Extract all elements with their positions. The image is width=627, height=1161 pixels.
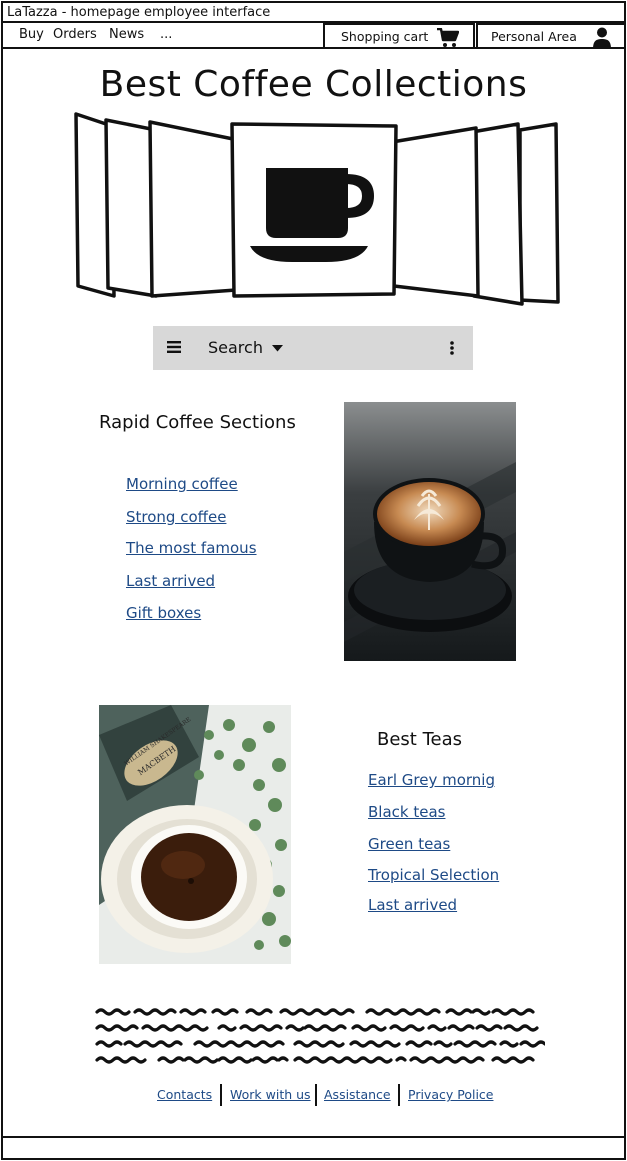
- latte-photo: [344, 402, 516, 661]
- menu-item-orders[interactable]: Orders: [53, 27, 97, 42]
- personal-area-button[interactable]: Personal Area: [476, 23, 626, 49]
- footer-link-contacts[interactable]: Contacts: [157, 1087, 212, 1102]
- more-options-icon[interactable]: [449, 340, 455, 356]
- link-strong-coffee[interactable]: Strong coffee: [126, 508, 226, 526]
- link-black-teas[interactable]: Black teas: [368, 803, 445, 821]
- placeholder-text-block: [95, 1008, 545, 1064]
- menu-item-more[interactable]: ...: [160, 27, 172, 42]
- footer-link-privacy-police[interactable]: Privacy Police: [408, 1087, 493, 1102]
- window-title-bar: LaTazza - homepage employee interface: [1, 1, 626, 23]
- carousel-card-right-3: [518, 122, 560, 304]
- coffee-cup-icon: [250, 168, 374, 262]
- link-last-arrived-tea[interactable]: Last arrived: [368, 896, 457, 914]
- footer-separator: [220, 1084, 222, 1106]
- carousel-card-right-1: [390, 126, 480, 298]
- menu-item-news[interactable]: News: [109, 27, 144, 42]
- shopping-cart-label: Shopping cart: [341, 29, 429, 44]
- link-green-teas[interactable]: Green teas: [368, 835, 450, 853]
- hamburger-menu-icon[interactable]: [167, 341, 181, 353]
- shopping-cart-icon: [437, 28, 459, 47]
- footer-separator: [398, 1084, 400, 1106]
- search-bar[interactable]: Search: [153, 326, 473, 370]
- carousel-card-left-1: [148, 120, 240, 298]
- menu-item-buy[interactable]: Buy: [19, 27, 44, 42]
- image-carousel[interactable]: [70, 110, 562, 306]
- link-earl-grey[interactable]: Earl Grey mornig: [368, 771, 495, 789]
- footer-link-assistance[interactable]: Assistance: [324, 1087, 391, 1102]
- chevron-down-icon[interactable]: [272, 345, 283, 352]
- footer-link-work-with-us[interactable]: Work with us: [230, 1087, 311, 1102]
- link-tropical-selection[interactable]: Tropical Selection: [368, 866, 499, 884]
- tea-photo: MACBETH WILLIAM SHAKESPEARE: [99, 705, 291, 964]
- shopping-cart-button[interactable]: Shopping cart: [323, 23, 475, 49]
- footer-separator: [315, 1084, 317, 1106]
- user-icon: [593, 27, 611, 49]
- tea-section-title: Best Teas: [377, 729, 462, 750]
- carousel-card-left-2: [104, 118, 158, 298]
- link-last-arrived-coffee[interactable]: Last arrived: [126, 572, 215, 590]
- coffee-section-title: Rapid Coffee Sections: [99, 412, 296, 433]
- link-gift-boxes[interactable]: Gift boxes: [126, 604, 201, 622]
- personal-area-label: Personal Area: [491, 29, 577, 44]
- link-morning-coffee[interactable]: Morning coffee: [126, 475, 238, 493]
- window-title: LaTazza - homepage employee interface: [7, 5, 271, 20]
- link-most-famous[interactable]: The most famous: [126, 539, 257, 557]
- page-title: Best Coffee Collections: [99, 64, 528, 105]
- bottom-bar: [1, 1136, 626, 1160]
- search-label: Search: [208, 338, 263, 357]
